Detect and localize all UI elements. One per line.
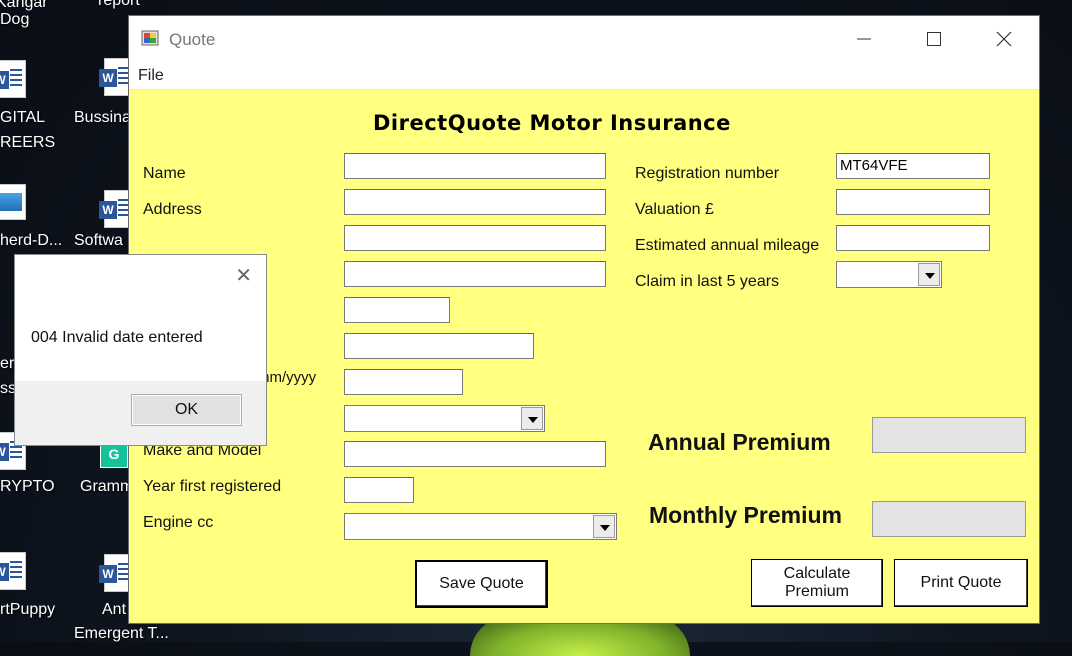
error-message: 004 Invalid date entered bbox=[31, 329, 203, 346]
minimize-icon bbox=[857, 38, 871, 40]
calculate-premium-button[interactable]: Calculate Premium bbox=[751, 559, 883, 607]
address-line2-input[interactable] bbox=[344, 225, 606, 251]
monthly-premium-label: Monthly Premium bbox=[649, 502, 842, 528]
print-quote-button[interactable]: Print Quote bbox=[894, 559, 1028, 607]
maximize-icon bbox=[927, 32, 941, 46]
desktop-label: Emergent T... bbox=[74, 625, 169, 642]
maximize-button[interactable] bbox=[899, 16, 969, 62]
annual-premium-output bbox=[872, 417, 1026, 453]
desktop-label: REERS bbox=[0, 134, 56, 151]
close-icon[interactable]: ✕ bbox=[235, 263, 252, 288]
desktop-label: er bbox=[0, 355, 15, 372]
form-heading: DirectQuote Motor Insurance bbox=[373, 111, 731, 135]
image-file-icon[interactable] bbox=[0, 184, 30, 224]
address-label: Address bbox=[143, 201, 202, 218]
valuation-input[interactable] bbox=[836, 189, 990, 215]
engine-cc-select[interactable] bbox=[344, 513, 617, 540]
name-input[interactable] bbox=[344, 153, 606, 179]
dob-input[interactable] bbox=[344, 369, 463, 395]
claim-label: Claim in last 5 years bbox=[635, 273, 780, 290]
desktop-label: herd-D... bbox=[0, 232, 63, 249]
minimize-button[interactable] bbox=[829, 16, 899, 62]
ok-button[interactable]: OK bbox=[131, 394, 242, 426]
window-title: Quote bbox=[169, 30, 216, 49]
desktop-label: GITAL bbox=[0, 109, 46, 126]
year-registered-label: Year first registered bbox=[143, 478, 282, 495]
registration-input[interactable]: MT64VFE bbox=[836, 153, 990, 179]
menu-file[interactable]: File bbox=[138, 67, 164, 85]
make-model-input[interactable] bbox=[344, 441, 606, 467]
desktop-label: Dog bbox=[0, 11, 30, 28]
claim-select[interactable] bbox=[836, 261, 942, 288]
chevron-down-icon bbox=[593, 515, 615, 538]
name-label: Name bbox=[143, 165, 186, 182]
app-icon bbox=[141, 30, 159, 46]
desktop-label: rtPuppy bbox=[0, 601, 56, 618]
postcode-input[interactable] bbox=[344, 297, 450, 323]
address-line3-input[interactable] bbox=[344, 261, 606, 287]
desktop-label: Bussina bbox=[74, 109, 131, 126]
close-button[interactable] bbox=[969, 16, 1039, 62]
word-document-icon[interactable]: W bbox=[0, 552, 30, 592]
engine-cc-label: Engine cc bbox=[143, 514, 214, 531]
menu-bar: File bbox=[129, 62, 1039, 90]
desktop-label: Ant bbox=[102, 601, 127, 618]
close-icon bbox=[996, 31, 1012, 47]
monthly-premium-output bbox=[872, 501, 1026, 537]
desktop-label: Softwa bbox=[74, 232, 123, 249]
mileage-input[interactable] bbox=[836, 225, 990, 251]
address-line1-input[interactable] bbox=[344, 189, 606, 215]
valuation-label: Valuation £ bbox=[635, 201, 714, 218]
dropdown-select[interactable] bbox=[344, 405, 545, 432]
phone-input[interactable] bbox=[344, 333, 534, 359]
desktop-label: report bbox=[98, 0, 140, 9]
desktop-label: Gramm bbox=[80, 478, 134, 495]
registration-label: Registration number bbox=[635, 165, 780, 182]
mileage-label: Estimated annual mileage bbox=[635, 237, 820, 254]
desktop-label: RYPTO bbox=[0, 478, 55, 495]
annual-premium-label: Annual Premium bbox=[648, 429, 831, 455]
word-document-icon[interactable]: W bbox=[0, 60, 30, 100]
chevron-down-icon bbox=[521, 407, 543, 430]
title-bar[interactable]: Quote bbox=[129, 16, 1039, 62]
dialog-footer: OK bbox=[15, 381, 266, 445]
chevron-down-icon bbox=[918, 263, 940, 286]
error-dialog: ✕ 004 Invalid date entered OK bbox=[14, 254, 267, 446]
save-quote-button[interactable]: Save Quote bbox=[415, 560, 548, 608]
year-registered-input[interactable] bbox=[344, 477, 414, 503]
